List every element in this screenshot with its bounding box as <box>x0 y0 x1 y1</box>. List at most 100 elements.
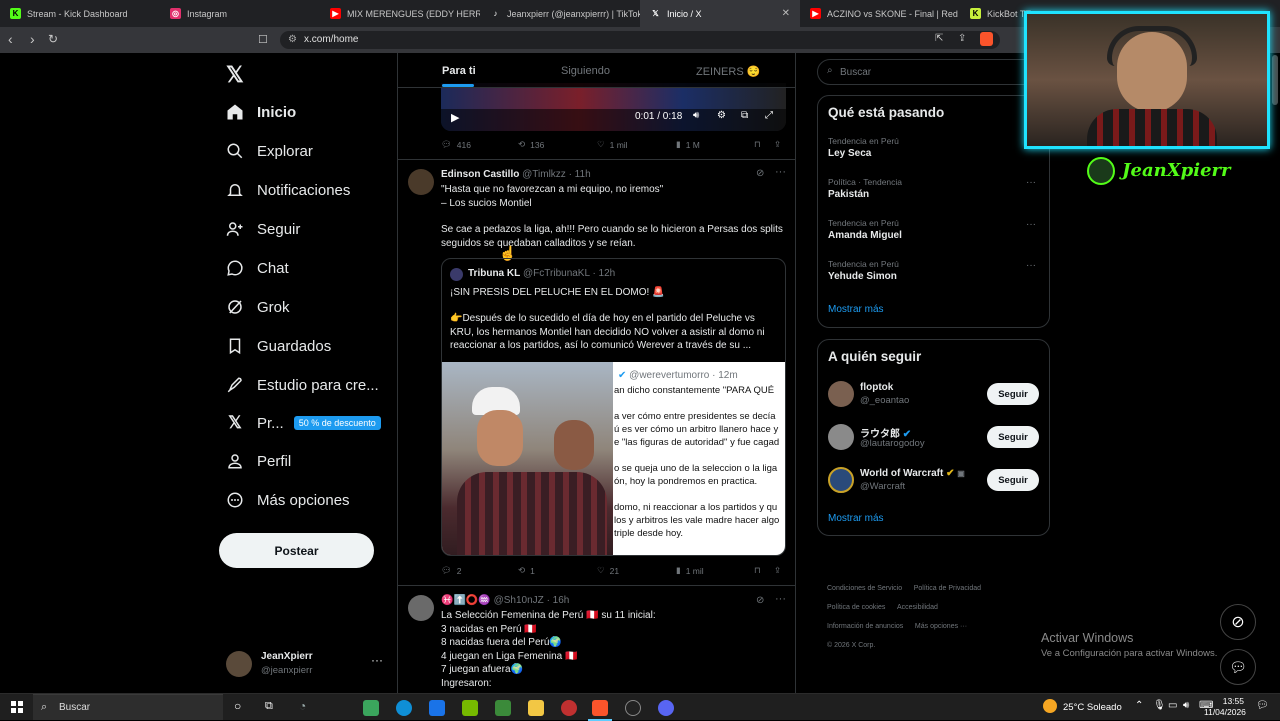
avatar[interactable] <box>408 595 434 621</box>
open-external-icon[interactable]: ⇱ <box>935 33 943 44</box>
tab-for-you[interactable]: Para ti <box>442 65 476 77</box>
more-dots-icon[interactable]: ··· <box>371 653 383 667</box>
nav-chat[interactable]: Chat <box>225 255 289 281</box>
follow-button[interactable]: Seguir <box>987 383 1039 405</box>
follow-button[interactable]: Seguir <box>987 426 1039 448</box>
views-button[interactable]: ▮ 1 M <box>676 139 700 150</box>
messages-float-button[interactable]: 💬︎ <box>1220 649 1256 685</box>
brave-shield-icon[interactable] <box>980 32 993 46</box>
more-dots-icon[interactable]: ··· <box>1026 260 1036 271</box>
brave-icon[interactable] <box>592 700 608 716</box>
author-handle[interactable]: @Sh10nJZ <box>494 595 544 606</box>
tab-youtube-merengues[interactable]: ▶ MIX MERENGUES (EDDY HERRE <box>320 0 480 27</box>
tab-x-home[interactable]: 𝕏 Inicio / X ✕ <box>640 0 800 27</box>
cortana-icon[interactable]: ○ <box>234 699 241 713</box>
follow-suggestion[interactable]: floptok @_eoantao Seguir <box>828 381 1049 411</box>
microphone-icon[interactable]: 🎙︎ <box>1153 700 1166 711</box>
nav-premium[interactable]: 𝕏 Pr... 50 % de descuento <box>225 410 381 436</box>
pip-icon[interactable]: ⧉ <box>741 110 748 121</box>
taskbar-search[interactable]: ⌕ Buscar <box>33 694 223 720</box>
volume-icon[interactable]: 🔊︎ <box>1183 700 1189 711</box>
trend-item[interactable]: Tendencia en Perú Yehude Simon <box>828 259 1043 282</box>
weather-text[interactable]: 25°C Soleado <box>1063 702 1122 713</box>
nav-creator-studio[interactable]: Estudio para cre... <box>225 372 379 398</box>
back-icon[interactable]: ‹ <box>8 31 13 47</box>
volume-icon[interactable]: 🔊︎ <box>693 110 699 121</box>
discord-icon[interactable] <box>658 700 674 716</box>
close-tab-icon[interactable]: ✕ <box>776 8 790 19</box>
windows-start-icon[interactable] <box>11 701 23 713</box>
bookmark-icon[interactable]: ☐ <box>258 33 268 46</box>
trend-item[interactable]: Tendencia en Perú Ley Seca <box>828 136 1043 159</box>
follow-suggestion[interactable]: ラウタ郎 ✔ @lautarogodoy Seguir <box>828 424 1049 454</box>
tab-youtube-aczino[interactable]: ▶ ACZINO vs SKONE - Final | Red Bull <box>800 0 960 27</box>
tab-tiktok[interactable]: ♪ Jeanxpierr (@jeanxpierrr) | TikTok <box>480 0 640 27</box>
follow-suggestion[interactable]: World of Warcraft ✔ ▣ @Warcraft Seguir <box>828 467 1049 497</box>
fullscreen-icon[interactable]: ⤢ <box>765 110 773 121</box>
more-dots-icon[interactable]: ··· <box>775 593 786 605</box>
tweet-time[interactable]: · 11h <box>569 169 591 180</box>
reload-icon[interactable]: ↻ <box>48 32 58 46</box>
app-icon[interactable] <box>561 700 577 716</box>
author-name[interactable]: ♓⬆️⭕♒ <box>441 595 491 606</box>
share-button[interactable]: ⇪ <box>774 565 781 576</box>
edge-icon[interactable] <box>396 700 412 716</box>
nav-more-options[interactable]: Más opciones <box>225 487 350 513</box>
quoted-tweet[interactable]: Tribuna KL @FcTribunaKL · 12h ¡SIN PRESI… <box>441 258 786 556</box>
footer-link[interactable]: Condiciones de Servicio <box>827 585 902 592</box>
tab-following[interactable]: Siguiendo <box>561 65 610 77</box>
forward-icon[interactable]: › <box>30 31 35 47</box>
show-more-link[interactable]: Mostrar más <box>828 304 884 315</box>
nvidia-icon[interactable] <box>462 700 478 716</box>
grok-icon[interactable]: ⊘ <box>756 595 764 606</box>
chevron-up-icon[interactable]: ⌃ <box>1135 700 1143 711</box>
footer-link[interactable]: Política de cookies <box>827 604 885 611</box>
footer-link[interactable]: Política de Privacidad <box>914 585 981 592</box>
quote-image[interactable]: ✔ @werevertumorro · 12m an dicho constan… <box>442 362 785 555</box>
tab-zeiners[interactable]: ZEINERS 😌 <box>696 65 760 78</box>
nav-notifications[interactable]: Notificaciones <box>225 177 350 203</box>
settings-icon[interactable]: ⚙ <box>717 110 726 121</box>
video-player[interactable]: ▶ 0:01 / 0:18 🔊︎ ⚙ ⧉ ⤢ <box>441 83 786 131</box>
tweet-time[interactable]: · 16h <box>547 595 570 606</box>
page-scrollbar[interactable] <box>1272 55 1278 105</box>
tab-kick-dashboard[interactable]: K Stream - Kick Dashboard <box>0 0 160 27</box>
nav-follow[interactable]: Seguir <box>225 216 300 242</box>
taskbar-clock[interactable]: 13:55 11/04/2026 <box>1204 696 1246 718</box>
reply-button[interactable]: 💬︎ 2 <box>441 565 462 576</box>
account-switcher[interactable]: JeanXpierr @jeanxpierr ··· <box>226 649 396 685</box>
x-logo-icon[interactable]: 𝕏 <box>226 62 244 88</box>
show-more-link[interactable]: Mostrar más <box>828 513 884 524</box>
tab-instagram[interactable]: ◎ Instagram <box>160 0 320 27</box>
views-button[interactable]: ▮ 1 mil <box>676 565 704 576</box>
like-button[interactable]: ♡ 1 mil <box>597 139 628 150</box>
more-dots-icon[interactable]: ··· <box>1026 177 1036 188</box>
minecraft-icon[interactable] <box>495 700 511 716</box>
bookmark-button[interactable]: ⊓ <box>754 565 761 576</box>
address-bar[interactable]: ⚙ x.com/home <box>280 31 1000 49</box>
nav-profile[interactable]: Perfil <box>225 448 291 474</box>
mail-icon[interactable] <box>429 700 445 716</box>
author-handle[interactable]: @Timlkzz <box>522 169 566 180</box>
play-icon[interactable]: ▶ <box>451 111 459 124</box>
more-dots-icon[interactable]: ··· <box>775 166 786 178</box>
nav-grok[interactable]: Grok <box>225 294 290 320</box>
task-view-icon[interactable]: ⧉ <box>265 700 273 713</box>
copilot-icon[interactable]: ◔ <box>299 699 306 713</box>
file-explorer-icon[interactable] <box>528 700 544 716</box>
reply-button[interactable]: 💬︎ 416 <box>441 139 471 150</box>
share-button[interactable]: ⇪ <box>774 139 781 150</box>
search-input[interactable]: ⌕ Buscar <box>817 59 1050 85</box>
grok-float-button[interactable]: ⊘ <box>1220 604 1256 640</box>
network-icon[interactable]: ▭ <box>1168 700 1177 711</box>
nav-explore[interactable]: Explorar <box>225 138 313 164</box>
repost-button[interactable]: ⟲ 1 <box>518 565 535 576</box>
more-dots-icon[interactable]: ··· <box>1026 219 1036 230</box>
trend-item[interactable]: Tendencia en Perú Amanda Miguel <box>828 218 1043 241</box>
nav-home[interactable]: Inicio <box>225 99 296 125</box>
footer-link[interactable]: Información de anuncios <box>827 623 903 630</box>
nav-bookmarks[interactable]: Guardados <box>225 333 331 359</box>
like-button[interactable]: ♡ 21 <box>597 565 619 576</box>
share-icon[interactable]: ⇪ <box>958 33 966 44</box>
bookmark-button[interactable]: ⊓ <box>754 139 761 150</box>
